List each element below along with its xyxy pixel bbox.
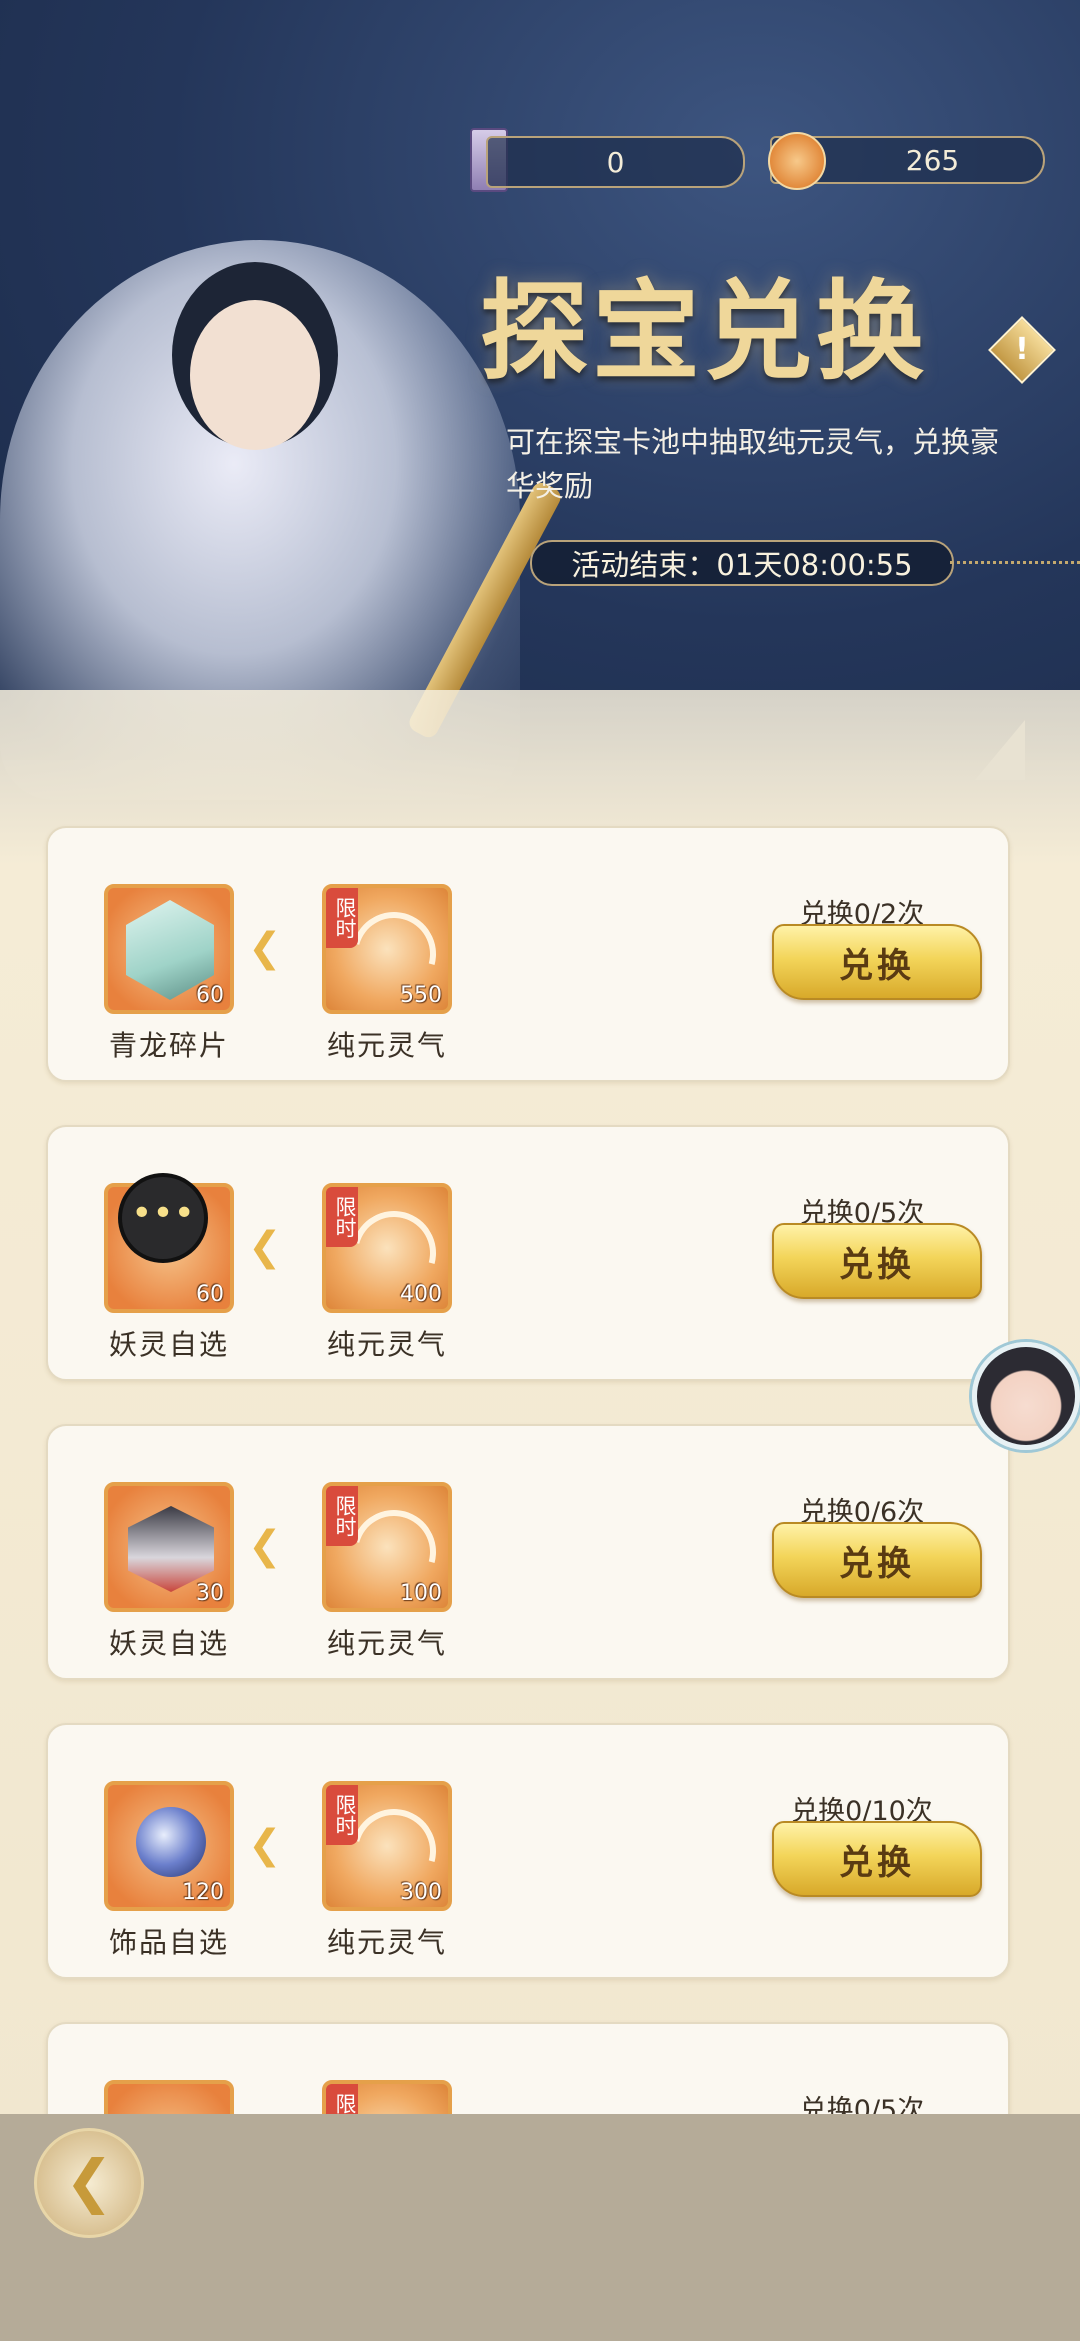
arrow-left-icon: ❮ (248, 1822, 282, 1868)
ticket-count: 0 (606, 145, 625, 179)
chat-bubble-icon[interactable]: ••• (122, 1177, 204, 1259)
cost-item[interactable]: 限时 400 (322, 1183, 452, 1313)
back-button[interactable]: ❮ (34, 2128, 144, 2238)
reward-name: 青龙碎片 (108, 1029, 229, 1062)
cost-item[interactable]: 限时 300 (322, 1781, 452, 1911)
exchange-button[interactable]: 兑换 (772, 924, 982, 1000)
limited-tag: 限时 (326, 2084, 358, 2116)
cost-item[interactable]: 限时 100 (322, 1482, 452, 1612)
reward-item[interactable]: 30 (104, 1482, 234, 1612)
cost-item[interactable]: 限时 (322, 2080, 452, 2116)
reward-item[interactable]: 60 (104, 884, 234, 1014)
exchange-button[interactable]: 兑换 (772, 1522, 982, 1598)
reward-count: 60 (196, 983, 224, 1008)
reward-count: 60 (196, 1282, 224, 1307)
accessory-gem-image (136, 1807, 206, 1877)
reward-item[interactable]: ••• 60 (104, 1177, 234, 1313)
reward-item[interactable] (104, 2080, 234, 2116)
event-timer: 活动结束： 01天08:00:55 (530, 540, 954, 586)
info-icon-glyph: ! (1015, 332, 1029, 367)
limited-tag: 限时 (326, 888, 358, 948)
character-head (190, 300, 320, 450)
exchange-card: 120 ❮ 限时 300 饰品自选 纯元灵气 兑换0/10次 兑换 (46, 1723, 1010, 1979)
limited-tag: 限时 (326, 1486, 358, 1546)
exchange-card: 60 ❮ 限时 550 青龙碎片 纯元灵气 兑换0/2次 兑换 (46, 826, 1010, 1082)
ticket-balance[interactable]: 0 (486, 136, 745, 188)
cost-count: 400 (400, 1282, 442, 1307)
cost-count: 300 (400, 1880, 442, 1905)
coin-count: 265 (905, 143, 960, 177)
cost-name: 纯元灵气 (326, 1926, 447, 1959)
reward-count: 120 (182, 1880, 224, 1905)
reward-name: 饰品自选 (108, 1926, 229, 1959)
arrow-left-icon: ❮ (248, 925, 282, 971)
timer-value: 01天08:00:55 (716, 548, 913, 582)
event-description: 可在探宝卡池中抽取纯元灵气，兑换豪华奖励 (506, 425, 1000, 503)
exchange-card: 限时 兑换0/5次 (46, 2022, 1010, 2116)
panel-fold-corner (975, 720, 1025, 780)
cost-count: 550 (400, 983, 442, 1008)
arrow-left-icon: ❮ (248, 1523, 282, 1569)
arrow-left-icon: ❮ (248, 1224, 282, 1270)
timer-label: 活动结束： (571, 548, 717, 582)
exchange-card: 30 ❮ 限时 100 妖灵自选 纯元灵气 兑换0/6次 兑换 (46, 1424, 1010, 1680)
limited-tag: 限时 (326, 1187, 358, 1247)
back-icon: ❮ (64, 2147, 114, 2215)
timer-decoration (950, 561, 1080, 564)
bottom-bar (0, 2114, 1080, 2341)
reward-name: 妖灵自选 (108, 1328, 229, 1361)
reward-name: 妖灵自选 (108, 1627, 229, 1660)
reward-item[interactable]: 120 (104, 1781, 234, 1911)
cost-name: 纯元灵气 (326, 1029, 447, 1062)
limited-tag: 限时 (326, 1785, 358, 1845)
spirit-coin-icon (768, 132, 826, 190)
page-title: 探宝兑换 (480, 269, 929, 395)
cost-count: 100 (400, 1581, 442, 1606)
cost-item[interactable]: 限时 550 (322, 884, 452, 1014)
exchange-limit: 兑换0/5次 (799, 2095, 925, 2116)
assistant-avatar[interactable] (972, 1342, 1080, 1450)
exchange-card: ••• 60 ❮ 限时 400 妖灵自选 纯元灵气 兑换0/5次 兑换 (46, 1125, 1010, 1381)
cost-name: 纯元灵气 (326, 1328, 447, 1361)
spirit-character-image (128, 1506, 214, 1592)
exchange-button[interactable]: 兑换 (772, 1223, 982, 1299)
cost-name: 纯元灵气 (326, 1627, 447, 1660)
exchange-button[interactable]: 兑换 (772, 1821, 982, 1897)
reward-count: 30 (196, 1581, 224, 1606)
